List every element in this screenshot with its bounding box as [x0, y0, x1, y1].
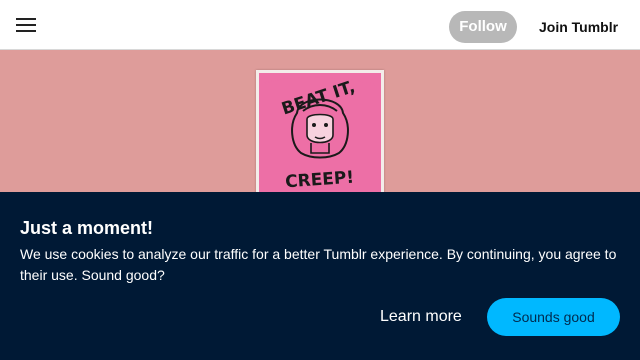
cookie-consent-dialog: Just a moment! We use cookies to analyze…: [0, 192, 640, 360]
top-navigation-bar: Follow Join Tumblr: [0, 0, 640, 50]
join-tumblr-link[interactable]: Join Tumblr: [539, 11, 618, 43]
sounds-good-button[interactable]: Sounds good: [487, 298, 620, 336]
cookie-message: We use cookies to analyze our traffic fo…: [20, 246, 617, 283]
header-banner: BEAT IT, CREEP!: [0, 50, 640, 210]
cookie-title: Just a moment!: [20, 218, 154, 238]
learn-more-link[interactable]: Learn more: [380, 306, 462, 328]
poster-illustration: BEAT IT, CREEP!: [259, 73, 381, 207]
banner-poster-image: BEAT IT, CREEP!: [256, 70, 384, 210]
follow-button[interactable]: Follow: [449, 11, 517, 43]
hamburger-menu-icon[interactable]: [16, 18, 36, 34]
